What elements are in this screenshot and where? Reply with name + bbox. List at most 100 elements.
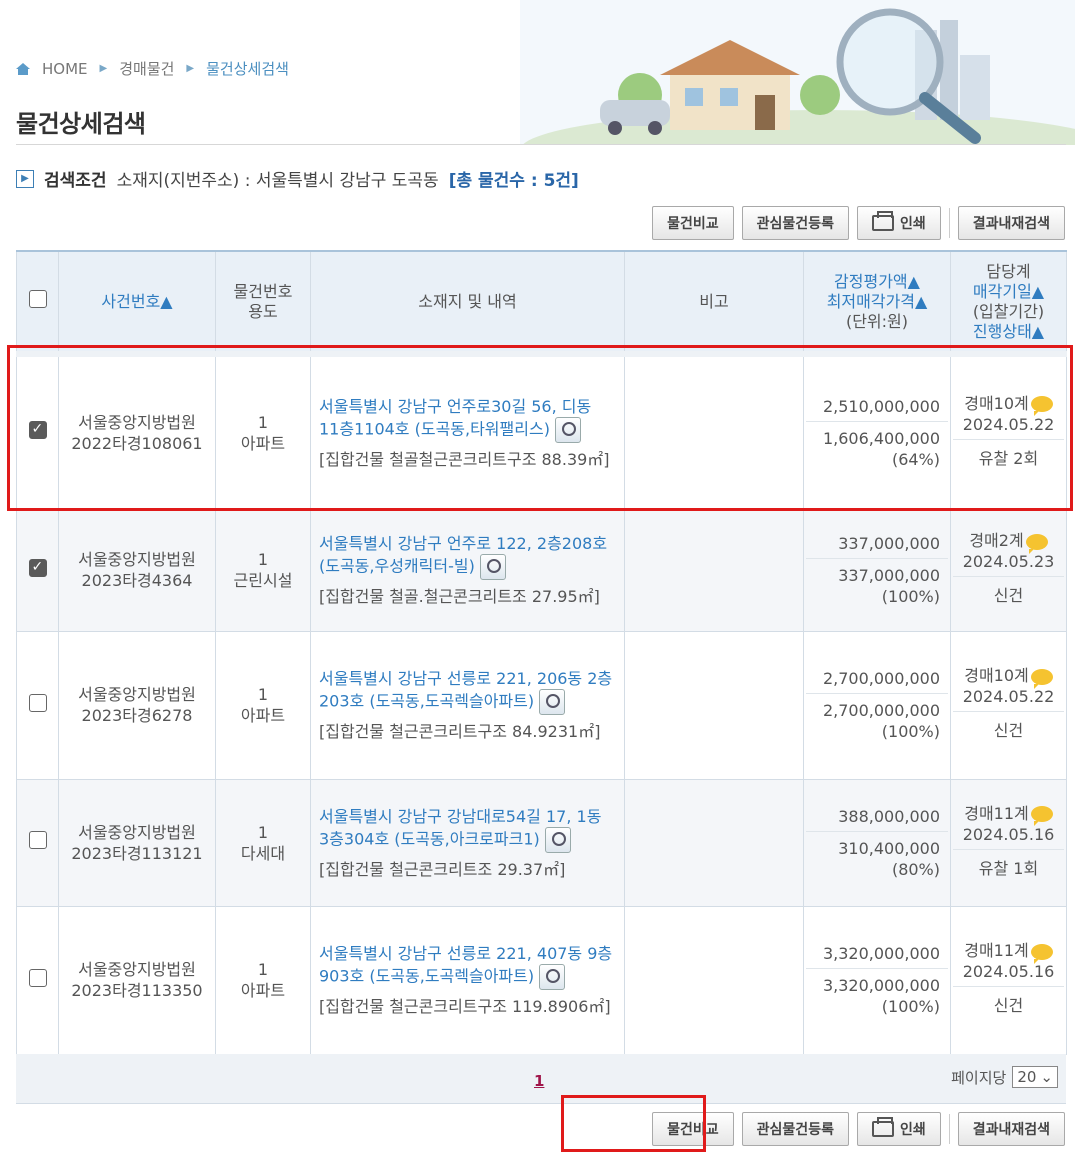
select-all-checkbox[interactable] — [28, 290, 47, 308]
min-price-percent: (80%) — [891, 859, 940, 879]
case-number[interactable]: 2023타경113121 — [59, 843, 215, 864]
usage: 아파트 — [240, 433, 286, 453]
note-cell — [624, 630, 804, 780]
breadcrumb-current[interactable]: 물건상세검색 — [206, 58, 289, 79]
search-condition: ▶ 검색조건 소재지(지번주소) : 서울특별시 강남구 도곡동 [총 물건수 … — [16, 166, 579, 191]
price-unit: (단위:원) — [845, 311, 909, 331]
note-cell — [624, 351, 804, 510]
print-button[interactable]: 인쇄 — [856, 1112, 941, 1146]
case-number[interactable]: 2023타경4364 — [59, 570, 215, 591]
select-all-header — [16, 250, 59, 355]
speech-bubble-icon[interactable] — [1030, 396, 1053, 417]
address-header: 소재지 및 내역 — [310, 250, 625, 355]
min-price-block: 1,606,400,000 (64%) — [806, 422, 948, 476]
address-link[interactable]: 서울특별시 강남구 선릉로 221, 206동 2층203호 (도곡동,도곡렉슬… — [319, 669, 612, 711]
item-cell: 1 다세대 — [215, 778, 311, 907]
item-number: 1 — [257, 822, 269, 842]
row-checkbox[interactable] — [28, 831, 47, 849]
speech-bubble-icon[interactable] — [1030, 943, 1053, 964]
case-number[interactable]: 2023타경6278 — [59, 705, 215, 726]
dept-header: 담당계 — [986, 261, 1031, 281]
item-usage-header: 물건번호 용도 — [215, 250, 311, 355]
address-link[interactable]: 서울특별시 강남구 언주로 122, 2층208호 (도곡동,우성캐릭터-빌) — [319, 534, 607, 576]
dept-name: 경매11계 — [964, 803, 1029, 823]
building-detail: [집합건물 철근콘크리트구조 84.9231㎡] — [319, 722, 601, 741]
case-number[interactable]: 2022타경108061 — [59, 433, 215, 454]
item-cell: 1 아파트 — [215, 351, 311, 510]
search-condition-text: 소재지(지번주소) : 서울특별시 강남구 도곡동 — [116, 171, 439, 191]
case-cell: 서울중앙지방법원 2023타경4364 — [58, 508, 216, 632]
case-number[interactable]: 2023타경113350 — [59, 980, 215, 1001]
schedule-cell: 경매10계 2024.05.22 유찰 2회 — [950, 351, 1067, 510]
sale-date-sort-header[interactable]: 매각기일▲ — [953, 282, 1064, 302]
bid-period-header: (입찰기간) — [972, 301, 1045, 321]
speech-bubble-icon[interactable] — [1030, 668, 1053, 689]
appraisal-value: 2,510,000,000 — [806, 390, 948, 422]
add-interest-button[interactable]: 관심물건등록 — [741, 1112, 849, 1146]
breadcrumb-separator-icon: ▶ — [186, 63, 195, 74]
map-search-icon[interactable] — [544, 826, 571, 853]
dept-name: 경매2계 — [969, 531, 1024, 550]
schedule-block: 경매10계 2024.05.22 — [953, 661, 1064, 712]
case-number-header[interactable]: 사건번호▲ — [58, 250, 216, 355]
min-price-sort-header[interactable]: 최저매각가격▲ — [806, 292, 948, 312]
home-icon[interactable] — [16, 62, 30, 75]
per-page-label: 페이지당 — [951, 1068, 1007, 1087]
schedule-block: 경매10계 2024.05.22 — [953, 389, 1064, 440]
usage: 근린시설 — [233, 571, 293, 590]
min-price-block: 310,400,000 (80%) — [806, 832, 948, 886]
map-search-icon[interactable] — [479, 554, 506, 580]
price-cell: 3,320,000,000 3,320,000,000 (100%) — [803, 905, 951, 1055]
button-divider — [948, 208, 950, 238]
court-name: 서울중앙지방법원 — [78, 822, 196, 842]
price-cell: 2,510,000,000 1,606,400,000 (64%) — [803, 351, 951, 510]
print-label: 인쇄 — [899, 216, 926, 232]
chevron-down-icon: ⌄ — [1040, 1068, 1053, 1086]
row-checkbox[interactable] — [28, 968, 47, 987]
address-link[interactable]: 서울특별시 강남구 선릉로 221, 407동 9층903호 (도곡동,도곡렉슬… — [319, 944, 612, 986]
item-number: 1 — [257, 685, 269, 704]
search-within-results-button[interactable]: 결과내재검색 — [957, 1112, 1065, 1146]
item-number: 1 — [257, 550, 269, 569]
case-cell: 서울중앙지방법원 2023타경113350 — [58, 905, 216, 1055]
row-checkbox[interactable] — [28, 419, 47, 440]
map-search-icon[interactable] — [555, 416, 582, 443]
page-1-link[interactable]: 1 — [534, 1072, 544, 1090]
search-within-results-button[interactable]: 결과내재검색 — [957, 206, 1065, 240]
print-button[interactable]: 인쇄 — [856, 206, 941, 240]
compare-button[interactable]: 물건비교 — [652, 206, 734, 240]
speech-bubble-icon[interactable] — [1030, 806, 1053, 826]
map-search-icon[interactable] — [539, 964, 566, 990]
price-header: 감정평가액▲ 최저매각가격▲ (단위:원) — [803, 250, 951, 355]
speech-bubble-icon[interactable] — [1025, 533, 1048, 554]
row-checkbox[interactable] — [28, 693, 47, 712]
address-link[interactable]: 서울특별시 강남구 언주로30길 56, 디동 11층1104호 (도곡동,타워… — [319, 397, 591, 439]
note-header: 비고 — [624, 250, 804, 355]
status-sort-header[interactable]: 진행상태▲ — [953, 322, 1064, 342]
item-cell: 1 근린시설 — [215, 508, 311, 632]
breadcrumb-auction-items[interactable]: 경매물건 — [119, 58, 174, 79]
item-number-header: 물건번호 — [233, 281, 293, 301]
arrow-right-icon: ▶ — [16, 169, 34, 188]
building-detail: [집합건물 철골철근콘크리트구조 88.39㎡] — [319, 449, 610, 469]
appraisal-sort-header[interactable]: 감정평가액▲ — [806, 272, 948, 292]
price-cell: 337,000,000 337,000,000 (100%) — [803, 508, 951, 632]
address-cell: 서울특별시 강남구 선릉로 221, 407동 9층903호 (도곡동,도곡렉슬… — [310, 905, 625, 1055]
compare-button[interactable]: 물건비교 — [652, 1112, 734, 1146]
breadcrumb: HOME ▶ 경매물건 ▶ 물건상세검색 — [16, 58, 289, 79]
hero-illustration — [520, 0, 1075, 145]
row-checkbox[interactable] — [28, 557, 47, 578]
court-name: 서울중앙지방법원 — [78, 685, 196, 704]
per-page-select[interactable]: 20 ⌄ — [1012, 1066, 1058, 1088]
schedule-cell: 경매11계 2024.05.16 유찰 1회 — [950, 778, 1067, 907]
status: 유찰 1회 — [978, 858, 1039, 878]
row-checkbox-cell — [16, 630, 59, 780]
map-search-icon[interactable] — [539, 689, 566, 715]
min-price-value: 310,400,000 — [838, 838, 940, 858]
status: 신건 — [993, 721, 1024, 740]
table-row: 서울중앙지방법원 2023타경6278 1 아파트 서울특별시 강남구 선릉로 22… — [16, 630, 1067, 780]
note-cell — [624, 508, 804, 632]
row-checkbox-cell — [16, 508, 59, 632]
breadcrumb-home[interactable]: HOME — [42, 60, 88, 78]
add-interest-button[interactable]: 관심물건등록 — [741, 206, 849, 240]
